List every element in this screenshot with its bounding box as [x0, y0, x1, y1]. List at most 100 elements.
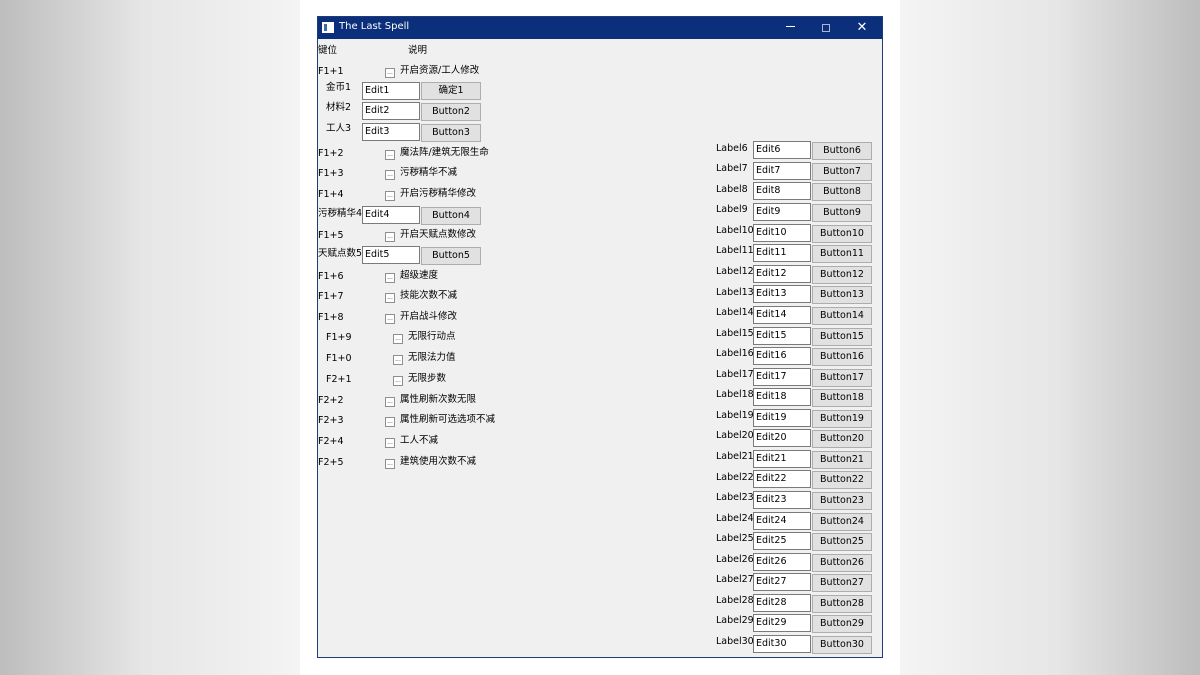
right-button[interactable]: Button23: [812, 492, 872, 510]
right-edit[interactable]: Edit30: [753, 635, 811, 653]
hotkey-checkbox[interactable]: ...: [385, 438, 395, 448]
hotkey-checkbox[interactable]: ...: [385, 68, 395, 78]
right-label: Label14: [716, 307, 754, 318]
right-edit[interactable]: Edit20: [753, 429, 811, 447]
right-label: Label11: [716, 245, 754, 256]
right-button[interactable]: Button20: [812, 430, 872, 448]
right-button[interactable]: Button21: [812, 451, 872, 469]
right-button[interactable]: Button16: [812, 348, 872, 366]
right-edit[interactable]: Edit23: [753, 491, 811, 509]
right-button[interactable]: Button10: [812, 225, 872, 243]
hotkey-desc: 无限步数: [408, 373, 447, 384]
resource-edit[interactable]: Edit1: [362, 82, 420, 100]
right-button[interactable]: Button24: [812, 513, 872, 531]
right-edit[interactable]: Edit27: [753, 573, 811, 591]
right-edit[interactable]: Edit11: [753, 244, 811, 262]
right-label: Label26: [716, 554, 754, 565]
right-button[interactable]: Button29: [812, 615, 872, 633]
hotkey-checkbox[interactable]: ...: [385, 273, 395, 283]
hotkey-checkbox[interactable]: ...: [393, 376, 403, 386]
close-button[interactable]: ✕: [844, 17, 880, 39]
right-label: Label17: [716, 369, 754, 380]
right-label: Label28: [716, 595, 754, 606]
right-edit[interactable]: Edit19: [753, 409, 811, 427]
hotkey-desc: 工人不减: [400, 435, 439, 446]
right-edit[interactable]: Edit12: [753, 265, 811, 283]
right-edit[interactable]: Edit26: [753, 553, 811, 571]
right-edit[interactable]: Edit29: [753, 614, 811, 632]
right-button[interactable]: Button26: [812, 554, 872, 572]
resource-button[interactable]: Button3: [421, 124, 481, 142]
hotkey-key: F2+1: [326, 374, 352, 385]
right-button[interactable]: Button30: [812, 636, 872, 654]
hotkey-checkbox[interactable]: ...: [385, 314, 395, 324]
talent-button[interactable]: Button5: [421, 247, 481, 265]
right-edit[interactable]: Edit28: [753, 594, 811, 612]
right-edit[interactable]: Edit21: [753, 450, 811, 468]
right-edit[interactable]: Edit13: [753, 285, 811, 303]
right-button[interactable]: Button9: [812, 204, 872, 222]
title-bar[interactable]: The Last Spell ✕: [318, 17, 882, 39]
right-edit[interactable]: Edit15: [753, 327, 811, 345]
right-edit[interactable]: Edit16: [753, 347, 811, 365]
right-label: Label8: [716, 184, 748, 195]
right-label: Label6: [716, 143, 748, 154]
hotkey-desc: 属性刷新次数无限: [400, 394, 477, 405]
right-label: Label23: [716, 492, 754, 503]
right-edit[interactable]: Edit10: [753, 224, 811, 242]
essence-edit[interactable]: Edit4: [362, 206, 420, 224]
maximize-button[interactable]: [808, 17, 844, 39]
talent-edit[interactable]: Edit5: [362, 246, 420, 264]
right-button[interactable]: Button14: [812, 307, 872, 325]
right-edit[interactable]: Edit22: [753, 470, 811, 488]
right-button[interactable]: Button28: [812, 595, 872, 613]
hotkey-checkbox[interactable]: ...: [385, 170, 395, 180]
close-icon: ✕: [856, 20, 868, 35]
right-button[interactable]: Button8: [812, 183, 872, 201]
right-label: Label9: [716, 204, 748, 215]
resource-edit[interactable]: Edit2: [362, 102, 420, 120]
hotkey-checkbox[interactable]: ...: [385, 293, 395, 303]
hotkey-checkbox[interactable]: ...: [385, 232, 395, 242]
right-label: Label27: [716, 574, 754, 585]
minimize-button[interactable]: [772, 17, 808, 39]
right-button[interactable]: Button18: [812, 389, 872, 407]
right-button[interactable]: Button22: [812, 471, 872, 489]
right-edit[interactable]: Edit6: [753, 141, 811, 159]
hotkey-checkbox[interactable]: ...: [385, 459, 395, 469]
right-label: Label18: [716, 389, 754, 400]
right-button[interactable]: Button12: [812, 266, 872, 284]
right-button[interactable]: Button15: [812, 328, 872, 346]
essence-button[interactable]: Button4: [421, 207, 481, 225]
hotkey-desc: 无限法力值: [408, 352, 456, 363]
right-edit[interactable]: Edit9: [753, 203, 811, 221]
right-button[interactable]: Button17: [812, 369, 872, 387]
hotkey-checkbox[interactable]: ...: [385, 417, 395, 427]
right-edit[interactable]: Edit24: [753, 512, 811, 530]
hotkey-checkbox[interactable]: ...: [393, 355, 403, 365]
resource-button[interactable]: 确定1: [421, 82, 481, 100]
hotkey-checkbox[interactable]: ...: [393, 334, 403, 344]
hotkey-checkbox[interactable]: ...: [385, 191, 395, 201]
right-button[interactable]: Button11: [812, 245, 872, 263]
right-button[interactable]: Button6: [812, 142, 872, 160]
hotkey-desc: 属性刷新可选选项不减: [400, 414, 496, 425]
resource-button[interactable]: Button2: [421, 103, 481, 121]
right-button[interactable]: Button7: [812, 163, 872, 181]
hotkey-key: F1+1: [318, 66, 344, 77]
right-button[interactable]: Button27: [812, 574, 872, 592]
hotkey-checkbox[interactable]: ...: [385, 150, 395, 160]
hotkey-key: F2+5: [318, 457, 344, 468]
hotkey-desc: 开启资源/工人修改: [400, 65, 480, 76]
right-edit[interactable]: Edit18: [753, 388, 811, 406]
right-edit[interactable]: Edit8: [753, 182, 811, 200]
hotkey-checkbox[interactable]: ...: [385, 397, 395, 407]
right-edit[interactable]: Edit14: [753, 306, 811, 324]
right-button[interactable]: Button25: [812, 533, 872, 551]
right-edit[interactable]: Edit25: [753, 532, 811, 550]
right-edit[interactable]: Edit7: [753, 162, 811, 180]
right-button[interactable]: Button19: [812, 410, 872, 428]
right-button[interactable]: Button13: [812, 286, 872, 304]
resource-edit[interactable]: Edit3: [362, 123, 420, 141]
right-edit[interactable]: Edit17: [753, 368, 811, 386]
